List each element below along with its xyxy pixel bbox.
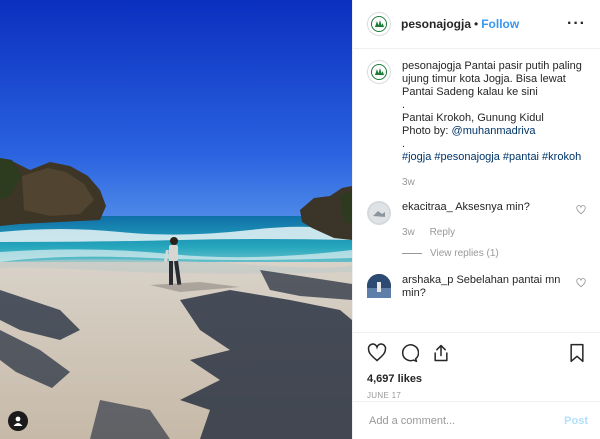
caption-meta: 3w [402,176,586,189]
comment-body: arshaka_p Sebelahan pantai mn min? [402,274,586,300]
likes-count[interactable]: 4,697 likes [367,373,586,385]
caption-dot: . [402,138,406,150]
share-icon[interactable] [431,343,451,363]
add-comment-bar: Post [353,401,600,439]
pesonajogja-logo-icon [371,16,387,32]
post-comment-button[interactable]: Post [564,415,588,427]
comment-text: Aksesnya min? [455,201,530,213]
ellipsis-icon[interactable]: ··· [567,15,586,33]
like-heart-icon[interactable] [367,343,387,363]
beach-image [0,0,352,439]
view-replies-label: View replies (1) [430,248,499,259]
comment-like-heart-icon[interactable] [576,205,586,218]
commenter-avatar[interactable] [367,274,391,298]
pesonajogja-logo-icon [371,64,387,80]
caption-avatar[interactable] [367,60,391,84]
comment-username[interactable]: ekacitraa_ [402,201,453,213]
caption-photo-by: Photo by: [402,125,449,137]
comment-item: ekacitraa_ Aksesnya min? 3w Reply View r… [367,201,586,260]
post-header: pesonajogja • Follow ··· [353,0,600,49]
commenter-avatar[interactable] [367,201,391,225]
comment-input[interactable] [367,413,565,428]
comment-item: arshaka_p Sebelahan pantai mn min? [367,274,586,300]
comment-bubble-icon[interactable] [399,343,419,363]
instagram-post: pesonajogja • Follow ··· pesonajogja Pan… [0,0,600,439]
comment-body: ekacitraa_ Aksesnya min? 3w Reply View r… [402,201,530,260]
comment-meta: 3w Reply [402,226,530,239]
view-replies-toggle[interactable]: View replies (1) [402,247,530,260]
caption-time: 3w [402,177,415,188]
reply-button[interactable]: Reply [430,227,456,238]
caption-username[interactable]: pesonajogja [402,60,461,72]
comment-like-heart-icon[interactable] [576,278,586,291]
caption-dot: . [402,99,406,111]
post-photo[interactable] [0,0,352,439]
caption-body: pesonajogja Pantai pasir putih paling uj… [402,60,586,189]
action-bar: 4,697 likes JUNE 17 [353,332,600,400]
photo-credit-link[interactable]: @muhanmadriva [452,125,536,137]
comment-time: 3w [402,227,415,238]
caption: pesonajogja Pantai pasir putih paling uj… [367,60,586,189]
caption-location: Pantai Krokoh, Gunung Kidul [402,112,544,124]
comment-username[interactable]: arshaka_p [402,274,453,286]
post-side-panel: pesonajogja • Follow ··· pesonajogja Pan… [352,0,600,439]
separator-dot: • [474,17,479,31]
follow-button[interactable]: Follow [481,17,519,31]
replies-line [402,253,422,254]
profile-avatar[interactable] [367,12,391,36]
comments-section: pesonajogja Pantai pasir putih paling uj… [367,60,586,300]
bookmark-icon[interactable] [568,343,586,363]
header-username[interactable]: pesonajogja [401,17,471,31]
tagged-user-icon[interactable] [8,411,28,431]
hashtags[interactable]: #jogja #pesonajogja #pantai #krokoh [402,151,586,164]
action-icons [367,339,586,367]
post-date: JUNE 17 [367,391,402,400]
